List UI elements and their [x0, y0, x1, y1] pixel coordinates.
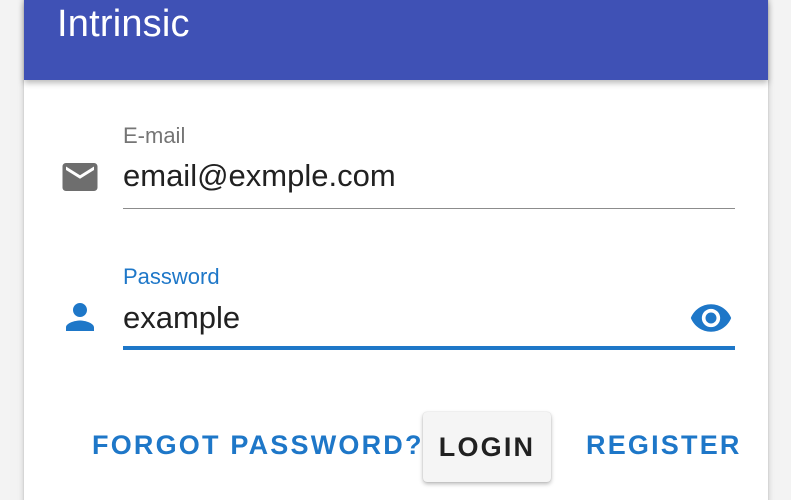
password-label: Password	[123, 264, 220, 289]
login-page: Intrinsic E-mail Password FORGOT PASSWOR…	[0, 0, 791, 500]
email-field: E-mail	[24, 118, 768, 218]
email-input[interactable]	[123, 157, 735, 195]
action-bar: FORGOT PASSWORD? LOGIN REGISTER	[24, 405, 768, 485]
email-underline	[123, 208, 735, 209]
person-icon	[66, 303, 94, 331]
password-field: Password	[24, 260, 768, 360]
mail-icon	[62, 163, 98, 191]
eye-icon[interactable]	[687, 296, 735, 340]
forgot-password-button[interactable]: FORGOT PASSWORD?	[92, 427, 424, 463]
email-label: E-mail	[123, 123, 186, 148]
password-input[interactable]	[123, 299, 735, 337]
register-button[interactable]: REGISTER	[586, 427, 742, 463]
password-underline	[123, 346, 735, 350]
app-toolbar: Intrinsic	[24, 0, 768, 80]
login-button[interactable]: LOGIN	[423, 412, 551, 482]
app-title: Intrinsic	[57, 3, 190, 45]
